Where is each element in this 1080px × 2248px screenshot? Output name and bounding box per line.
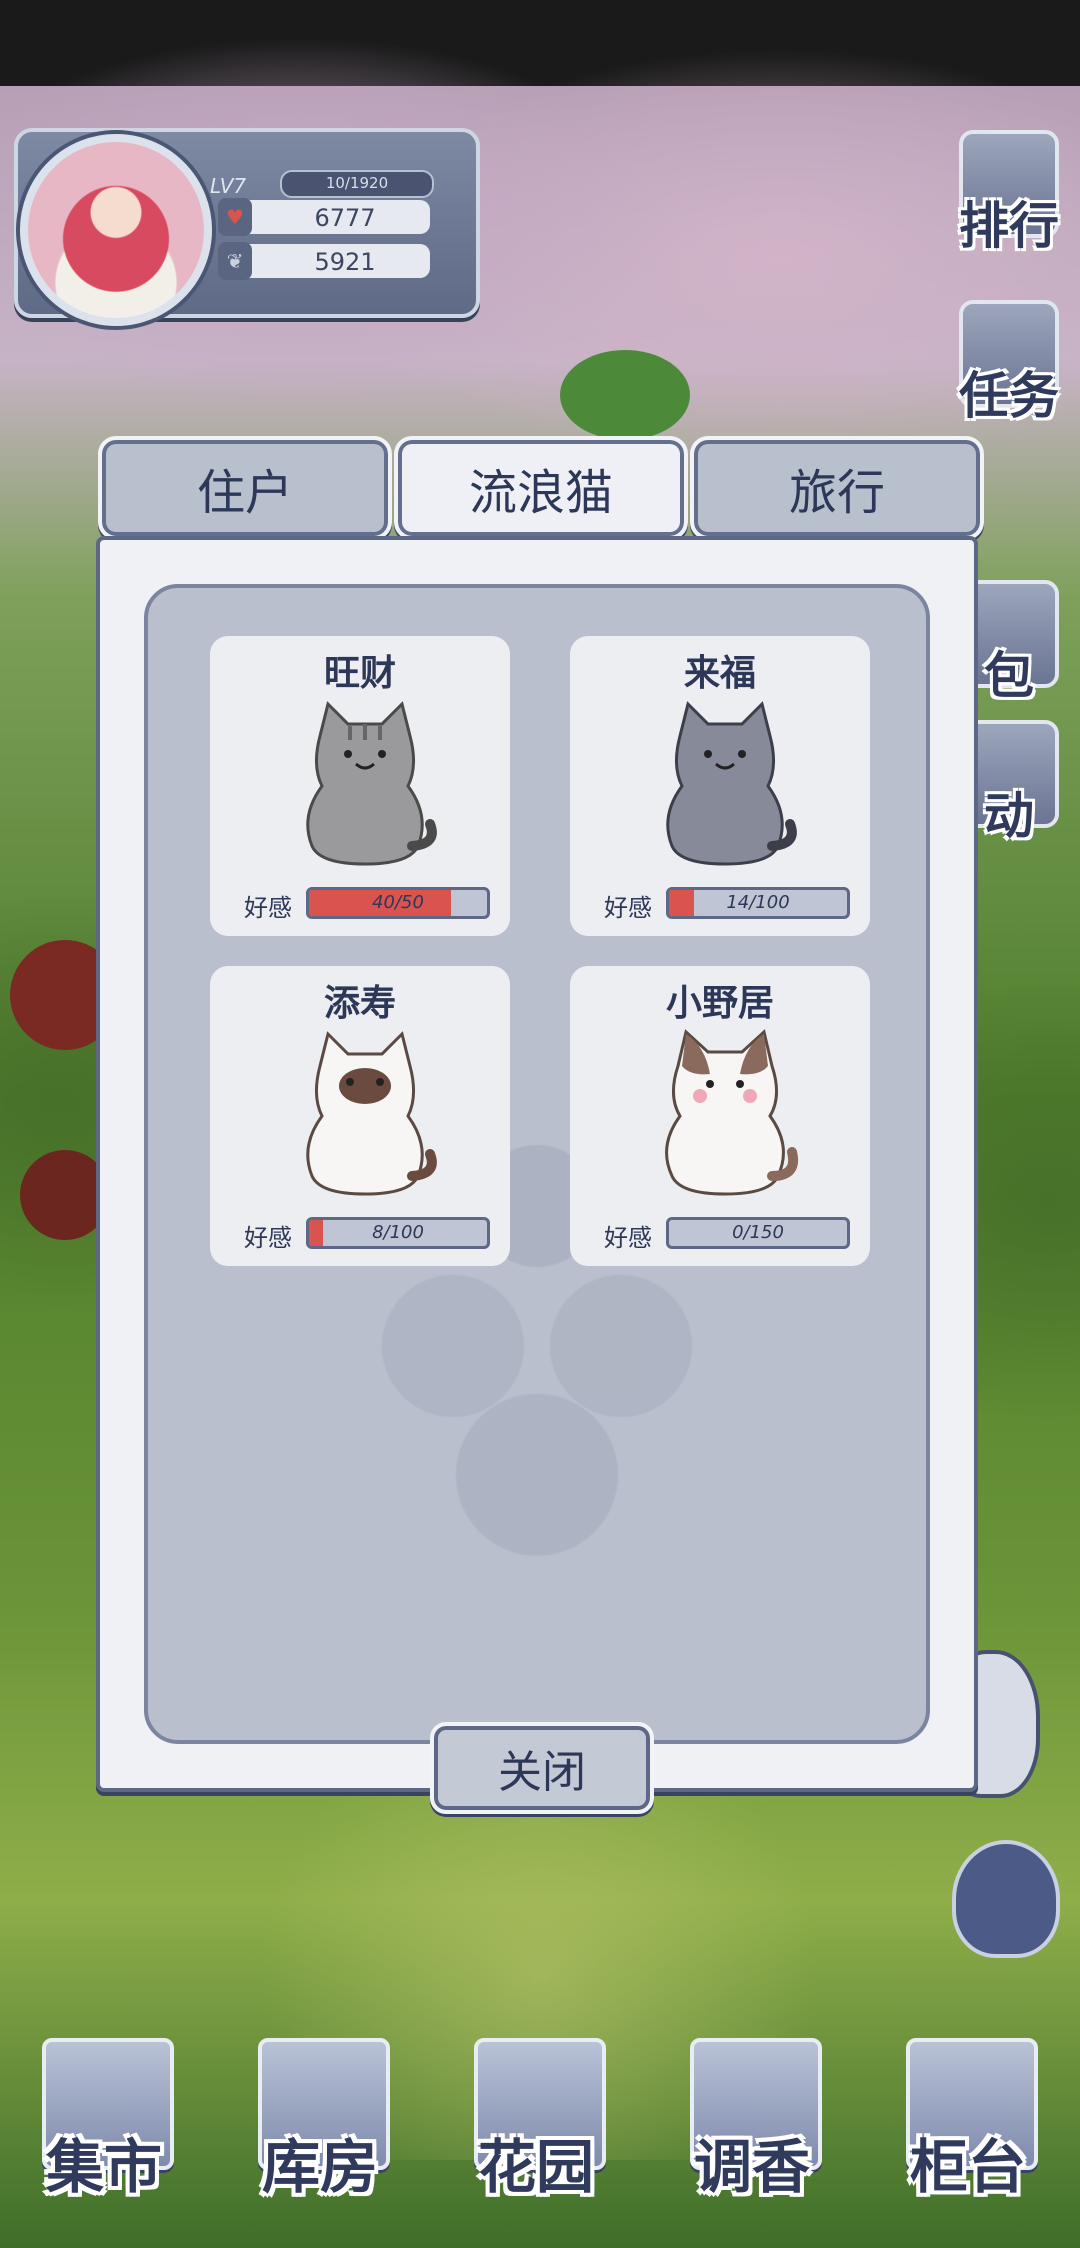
cat-card[interactable]: 添寿 好感 8/100 — [210, 966, 510, 1266]
nav-label: 库房 — [261, 2133, 378, 2201]
side-button-label: 排行 — [959, 197, 1059, 255]
nav-perfume[interactable]: 调香 — [664, 2030, 840, 2206]
nav-warehouse[interactable]: 库房 — [232, 2030, 408, 2206]
cat-card[interactable]: 来福 好感 14/100 — [570, 636, 870, 936]
cat-name: 来福 — [683, 653, 756, 694]
favor-bar: 40/50 — [306, 887, 490, 919]
coins-counter: ❦ 5921 — [218, 242, 430, 280]
favor-bar: 14/100 — [666, 887, 850, 919]
favor-label: 好感 — [604, 1224, 652, 1252]
cat-name: 添寿 — [323, 983, 396, 1024]
cat-portrait — [666, 701, 797, 866]
favor-value: 14/100 — [726, 892, 790, 913]
tab-stray-cats[interactable]: 流浪猫 — [394, 436, 688, 540]
gift-bag-icon[interactable] — [952, 1840, 1060, 1958]
cat-card[interactable]: 小野居 好感 0/150 — [570, 966, 870, 1266]
hearts-value: 6777 — [314, 204, 376, 232]
cat-name: 小野居 — [665, 983, 774, 1024]
nav-label: 调香 — [693, 2133, 810, 2201]
side-button-tasks[interactable]: 任务 — [944, 300, 1074, 428]
heart-icon: ♥ — [218, 198, 252, 236]
hearts-counter: ♥ 6777 — [218, 198, 430, 236]
side-button-label: 任务 — [959, 367, 1059, 425]
nav-label: 柜台 — [909, 2133, 1026, 2201]
nav-counter[interactable]: 柜台 — [880, 2030, 1056, 2206]
player-avatar[interactable] — [20, 134, 212, 326]
player-level: LV7 — [210, 174, 247, 198]
cat-card[interactable]: 旺财 好感 40/50 — [210, 636, 510, 936]
favor-value: 0/150 — [732, 1222, 784, 1243]
coins-value: 5921 — [314, 248, 376, 276]
favor-bar: 8/100 — [306, 1217, 490, 1249]
side-button-ranking[interactable]: 排行 — [944, 130, 1074, 258]
experience-text: 10/1920 — [325, 174, 389, 192]
nav-label: 花园 — [477, 2133, 594, 2201]
nav-label: 集市 — [45, 2133, 162, 2201]
cat-portrait — [306, 701, 437, 866]
favor-label: 好感 — [244, 894, 292, 922]
tab-travel[interactable]: 旅行 — [690, 436, 984, 540]
cat-portrait — [665, 1029, 798, 1196]
nav-garden[interactable]: 花园 — [448, 2030, 624, 2206]
favor-value: 8/100 — [372, 1222, 424, 1243]
favor-label: 好感 — [244, 1224, 292, 1252]
favor-bar: 0/150 — [666, 1217, 850, 1249]
green-bush-decoration — [560, 350, 690, 440]
favor-value: 40/50 — [372, 892, 424, 913]
nav-market[interactable]: 集市 — [16, 2030, 192, 2206]
tab-residents[interactable]: 住户 — [98, 436, 392, 540]
cat-portrait — [306, 1031, 437, 1196]
favor-label: 好感 — [604, 894, 652, 922]
cat-name: 旺财 — [323, 653, 396, 694]
close-button[interactable]: 关闭 — [430, 1722, 654, 1814]
leaf-coin-icon: ❦ — [218, 242, 252, 280]
experience-bar: 10/1920 — [280, 170, 434, 198]
